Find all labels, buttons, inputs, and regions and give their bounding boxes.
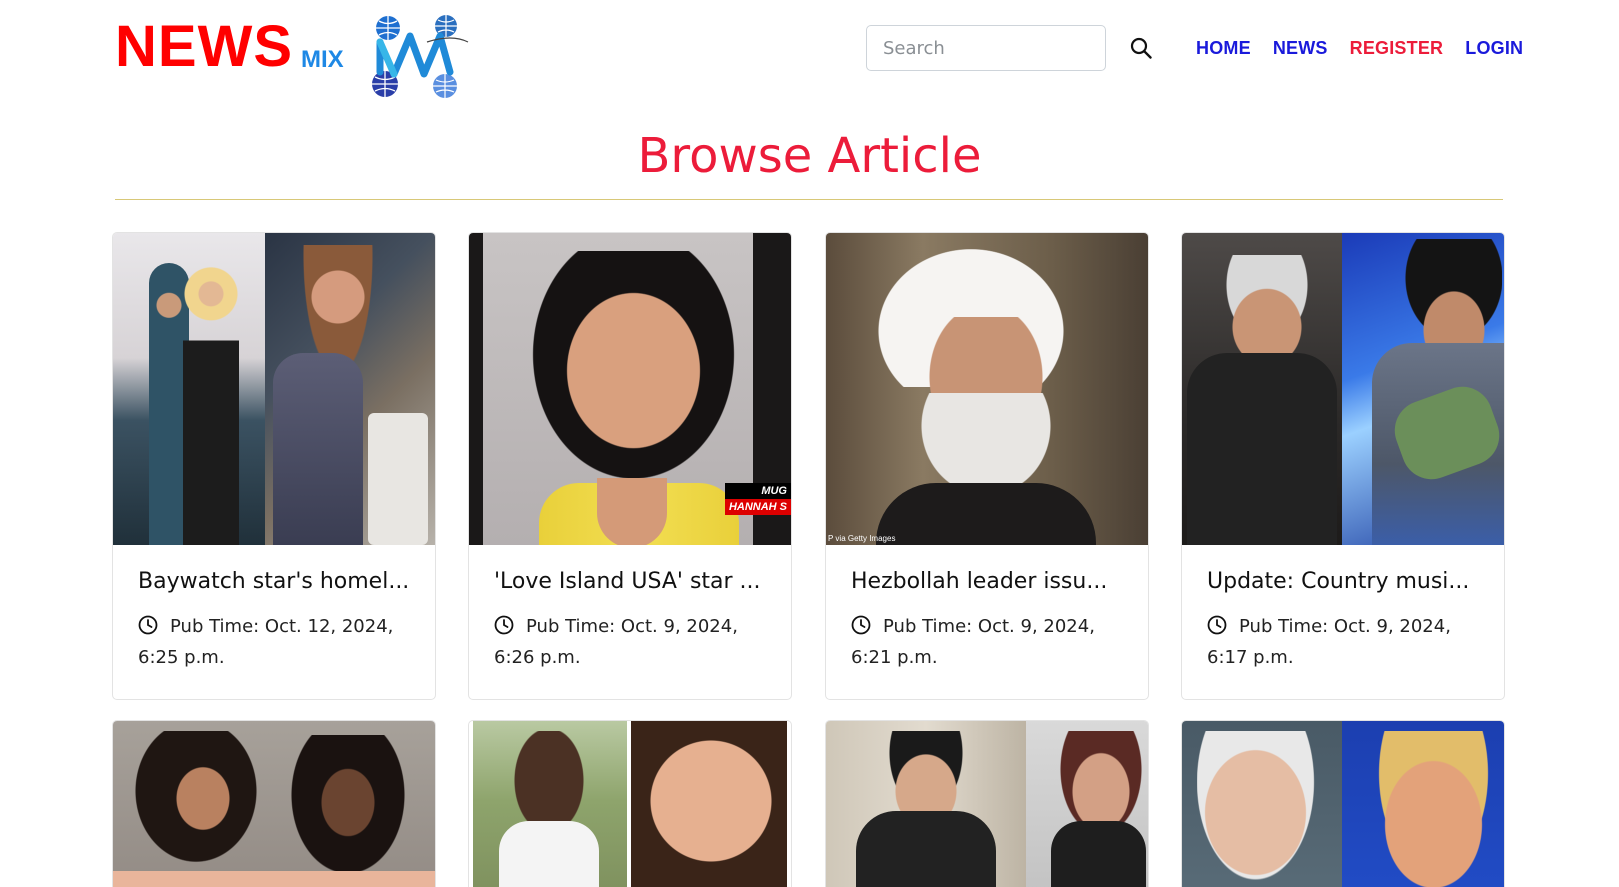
article-pub-clock: 6:17 p.m. xyxy=(1207,647,1294,669)
page-title: Browse Article xyxy=(637,128,982,184)
article-card[interactable]: P via Getty Images Hezbollah leader issu… xyxy=(825,232,1149,700)
nav-login-link[interactable]: LOGIN xyxy=(1465,38,1523,59)
clock-icon xyxy=(138,615,158,635)
article-pub-clock: 6:26 p.m. xyxy=(494,647,581,669)
article-image[interactable] xyxy=(113,233,435,545)
article-pub-clock: 6:21 p.m. xyxy=(851,647,938,669)
clock-icon xyxy=(1207,615,1227,635)
image-caption-tag: MUG HANNAH S xyxy=(724,483,791,515)
article-image[interactable] xyxy=(826,721,1148,887)
page: NEWS MIX HOME NEWS REGISTER LOGIN Bro xyxy=(0,0,1619,887)
image-credit: P via Getty Images xyxy=(828,534,896,543)
article-pub-time: Pub Time: Oct. 9, 2024, 6:17 p.m. xyxy=(1207,611,1479,673)
article-card[interactable] xyxy=(112,720,436,887)
image-tag-line-1: MUG xyxy=(724,483,791,499)
article-pub-clock: 6:25 p.m. xyxy=(138,647,225,669)
article-pub-label: Pub Time: Oct. 9, 2024, xyxy=(1239,616,1451,638)
nav-news-link[interactable]: NEWS xyxy=(1273,38,1328,59)
article-pub-label: Pub Time: Oct. 9, 2024, xyxy=(883,616,1095,638)
article-image[interactable]: P via Getty Images xyxy=(826,233,1148,545)
article-title[interactable]: 'Love Island USA' star ... xyxy=(494,569,766,595)
article-title[interactable]: Hezbollah leader issu... xyxy=(851,569,1123,595)
article-image[interactable] xyxy=(1182,233,1504,545)
article-image[interactable] xyxy=(113,721,435,887)
search-button[interactable] xyxy=(1126,34,1156,64)
title-divider xyxy=(115,199,1503,200)
brand-mix-text: MIX xyxy=(301,46,344,73)
brand-news-text: NEWS xyxy=(115,14,293,79)
clock-icon xyxy=(494,615,514,635)
article-pub-time: Pub Time: Oct. 9, 2024, 6:26 p.m. xyxy=(494,611,766,673)
article-card[interactable] xyxy=(468,720,792,887)
article-image[interactable] xyxy=(1182,721,1504,887)
nav-home-link[interactable]: HOME xyxy=(1196,38,1251,59)
globe-mw-logo-icon[interactable] xyxy=(372,12,472,102)
article-image[interactable] xyxy=(469,721,791,887)
article-card[interactable] xyxy=(825,720,1149,887)
search-input[interactable] xyxy=(866,25,1106,71)
article-pub-time: Pub Time: Oct. 9, 2024, 6:21 p.m. xyxy=(851,611,1123,673)
article-pub-time: Pub Time: Oct. 12, 2024, 6:25 p.m. xyxy=(138,611,410,673)
article-card[interactable]: Update: Country musi... Pub Time: Oct. 9… xyxy=(1181,232,1505,700)
article-card[interactable]: MUG HANNAH S 'Love Island USA' star ... … xyxy=(468,232,792,700)
article-pub-label: Pub Time: Oct. 9, 2024, xyxy=(526,616,738,638)
image-tag-line-2: HANNAH S xyxy=(724,499,791,515)
article-card[interactable] xyxy=(1181,720,1505,887)
nav-register-link[interactable]: REGISTER xyxy=(1350,38,1444,59)
brand[interactable]: NEWS MIX xyxy=(115,10,344,105)
article-card[interactable]: Baywatch star's homel... Pub Time: Oct. … xyxy=(112,232,436,700)
article-title[interactable]: Update: Country musi... xyxy=(1207,569,1479,595)
search-icon xyxy=(1130,37,1152,59)
clock-icon xyxy=(851,615,871,635)
article-pub-label: Pub Time: Oct. 12, 2024, xyxy=(170,616,394,638)
article-image[interactable]: MUG HANNAH S xyxy=(469,233,791,545)
main-nav: HOME NEWS REGISTER LOGIN xyxy=(1196,38,1545,59)
article-title[interactable]: Baywatch star's homel... xyxy=(138,569,410,595)
